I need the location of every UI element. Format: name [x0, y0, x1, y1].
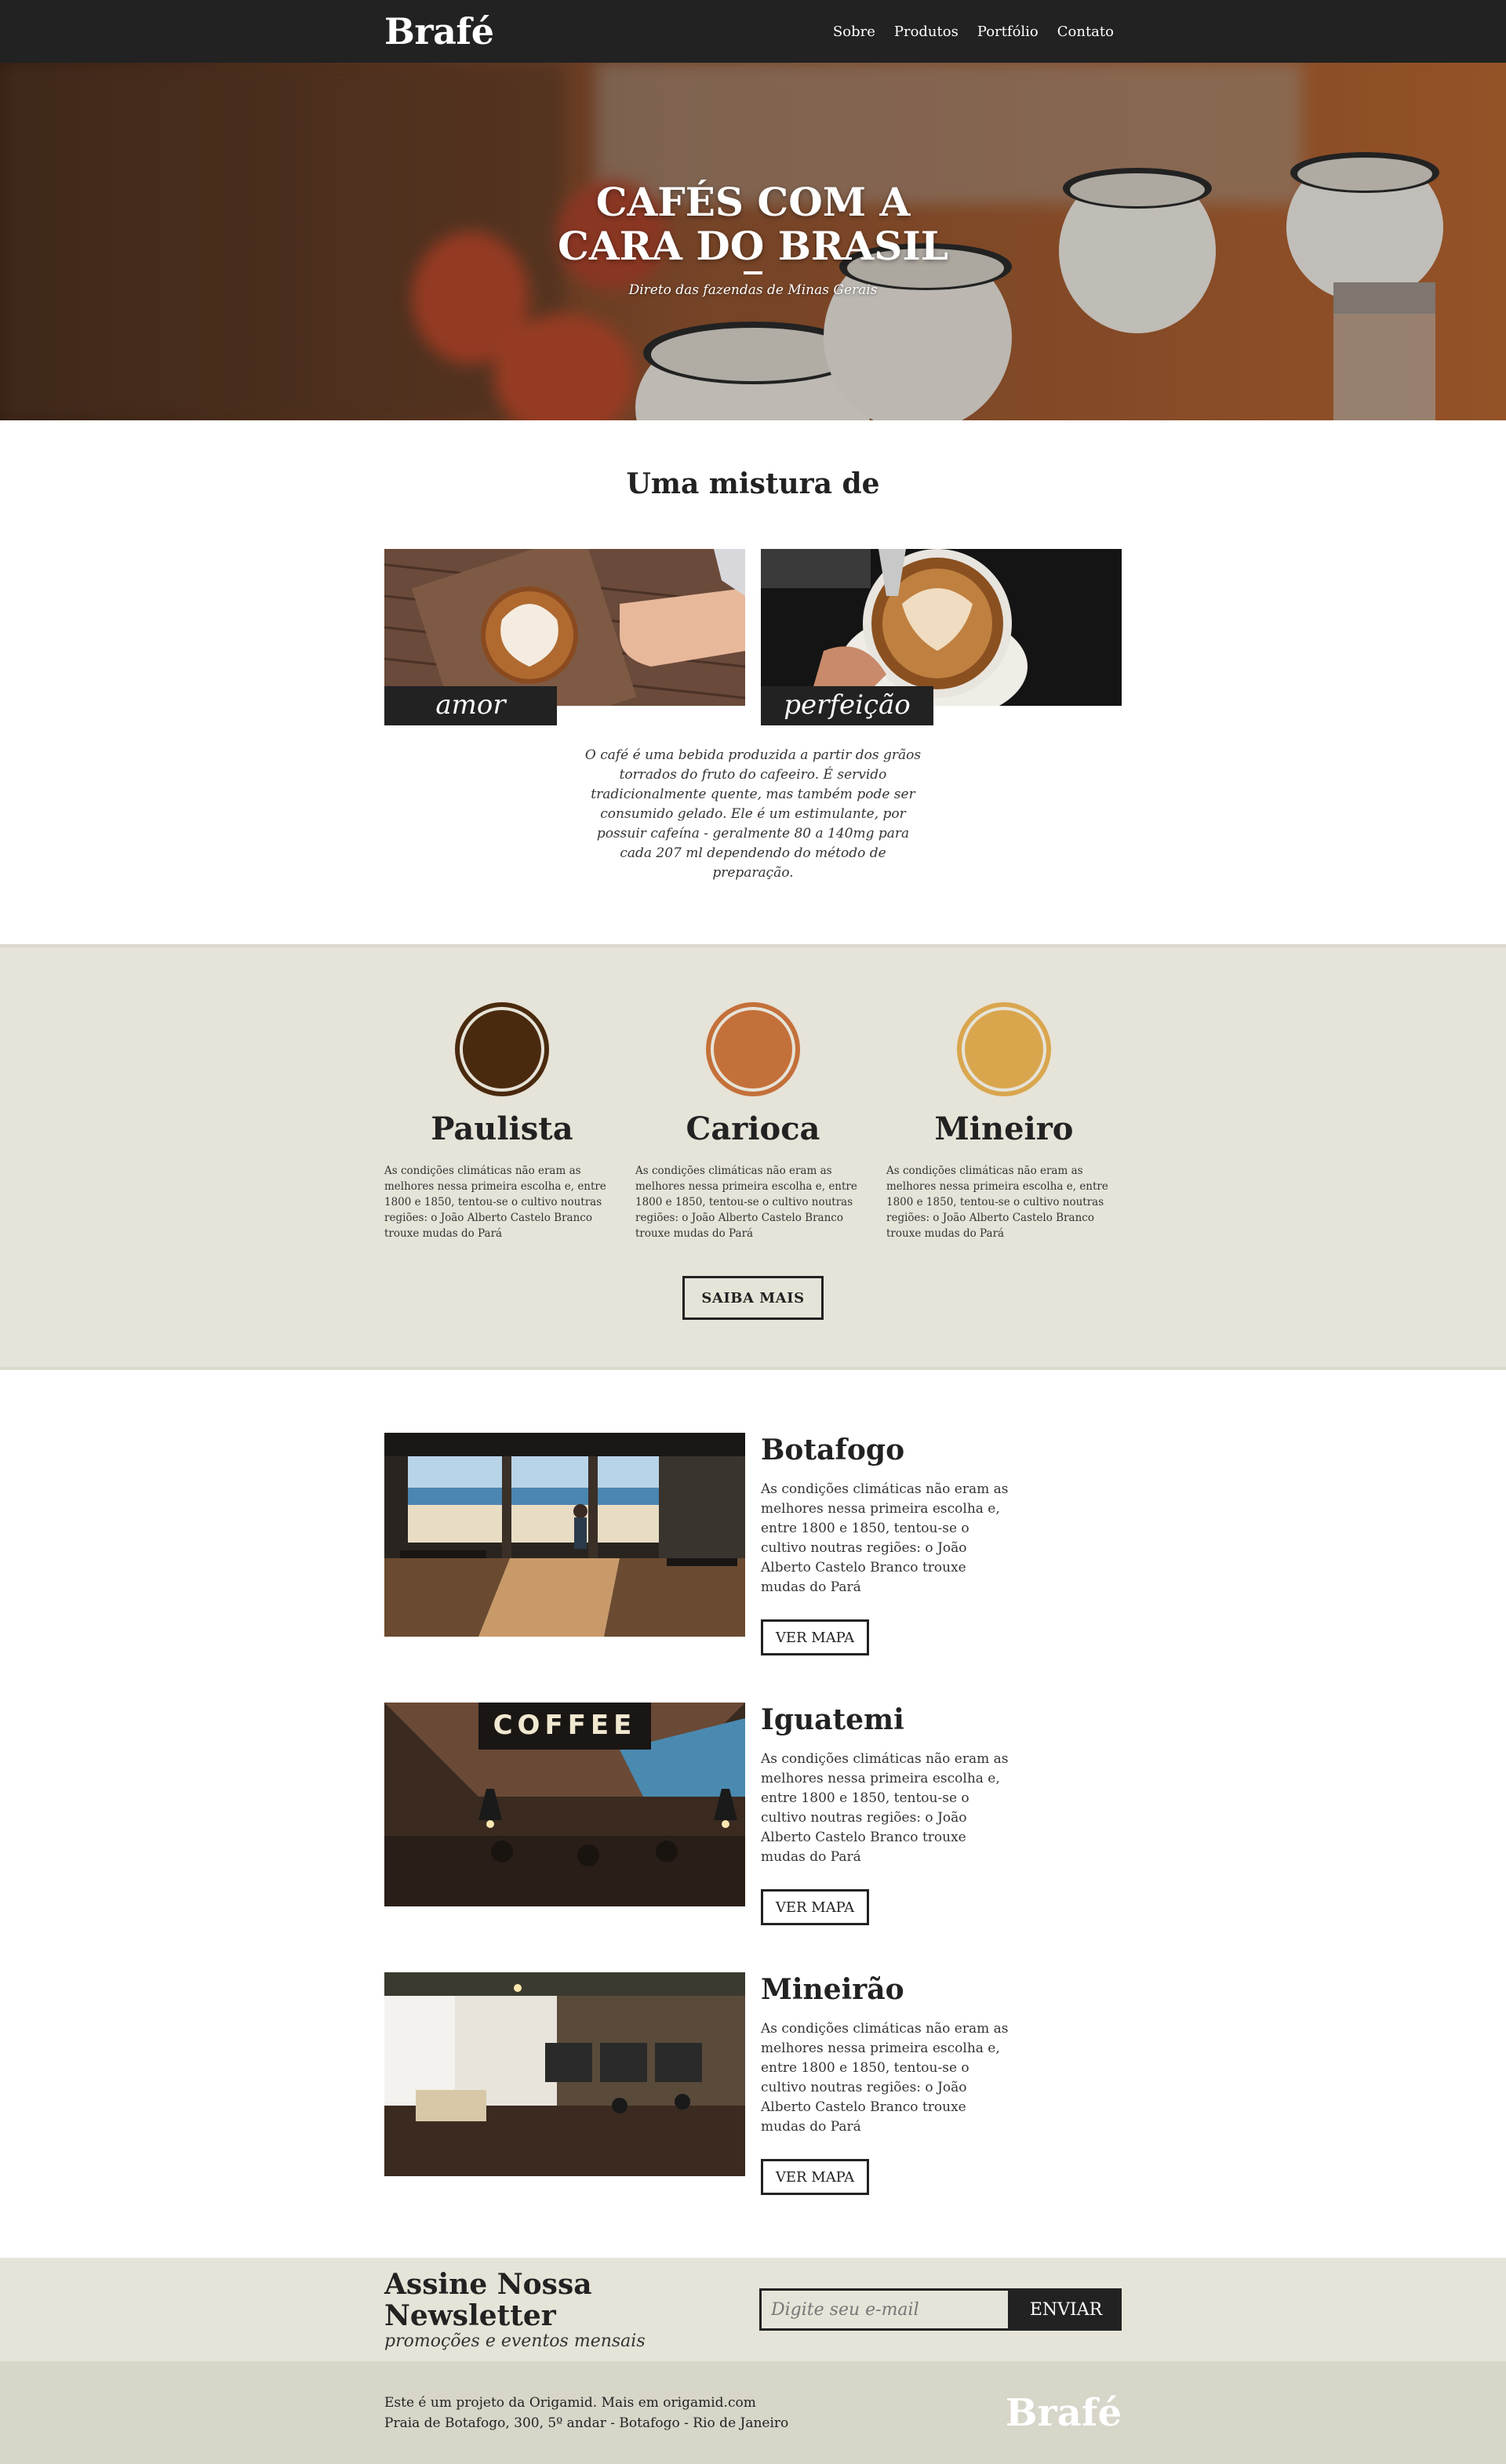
hero-content: CAFÉS COM A CARA DO BRASIL Direto das fa…	[0, 180, 1506, 299]
mix-label-perfeicao: perfeição	[761, 686, 933, 725]
mistura-description: O café é uma bebida produzida a partir d…	[584, 747, 922, 881]
hero-subtitle: Direto das fazendas de Minas Gerais	[628, 282, 878, 298]
location-text: As condições climáticas não eram as melh…	[761, 1751, 1009, 1865]
location-text: As condições climáticas não eram as melh…	[761, 2021, 1009, 2135]
coffee-type-text: As condições climáticas não eram as melh…	[384, 1165, 606, 1240]
locations-section: Botafogo As condições climáticas não era…	[0, 1370, 1506, 2258]
site-header: Brafé Sobre Produtos Portfólio Contato	[0, 0, 1506, 63]
mix-label-amor: amor	[384, 686, 557, 725]
latte-art-photo	[384, 549, 745, 706]
email-input[interactable]	[759, 2288, 1010, 2331]
mix-item-perfeicao: perfeição	[761, 549, 1122, 725]
hero-title: CAFÉS COM A CARA DO BRASIL	[0, 180, 1506, 268]
nav-link-sobre[interactable]: Sobre	[833, 24, 875, 40]
footer-address: Praia de Botafogo, 300, 5º andar - Botaf…	[384, 2415, 789, 2431]
coffee-type-name: Mineiro	[934, 1110, 1074, 1147]
mistura-section: Uma mistura de amor perfeição O café é u…	[0, 420, 1506, 944]
coffee-type-mineiro: Mineiro As condições climáticas não eram…	[886, 1002, 1122, 1241]
footer-logo[interactable]: Brafé	[1006, 2391, 1122, 2435]
newsletter-section: Assine Nossa Newsletter promoções e even…	[0, 2258, 1506, 2361]
ver-mapa-button[interactable]: VER MAPA	[761, 1889, 869, 1925]
newsletter-subtitle: promoções e eventos mensais	[384, 2331, 646, 2351]
mistura-images: amor perfeição	[384, 549, 1122, 725]
main-nav: Sobre Produtos Portfólio Contato	[833, 24, 1114, 40]
hero-banner: CAFÉS COM A CARA DO BRASIL Direto das fa…	[0, 63, 1506, 420]
coffee-type-name: Carioca	[686, 1110, 820, 1147]
coffee-type-text: As condições climáticas não eram as melh…	[635, 1165, 857, 1240]
location-name: Botafogo	[761, 1434, 905, 1466]
location-text: As condições climáticas não eram as melh…	[761, 1481, 1009, 1595]
color-swatch-carioca	[706, 1002, 800, 1096]
mix-item-amor: amor	[384, 549, 745, 725]
coffee-types-list: Paulista As condições climáticas não era…	[384, 1002, 1122, 1241]
location-photo-iguatemi: COFFEE	[384, 1703, 745, 1906]
location-info: Mineirão As condições climáticas não era…	[761, 1972, 1012, 2195]
color-swatch-paulista	[455, 1002, 549, 1096]
footer-info: Este é um projeto da Origamid. Mais em o…	[384, 2393, 788, 2433]
ver-mapa-button[interactable]: VER MAPA	[761, 2159, 869, 2195]
enviar-button[interactable]: ENVIAR	[1010, 2288, 1122, 2331]
hero-title-line2: CARA DO BRASIL	[558, 223, 948, 269]
location-iguatemi: COFFEE Iguatemi As condições climáticas …	[384, 1703, 1122, 1925]
location-photo-botafogo	[384, 1433, 745, 1637]
coffee-type-paulista: Paulista As condições climáticas não era…	[384, 1002, 620, 1241]
ver-mapa-button[interactable]: VER MAPA	[761, 1619, 869, 1655]
location-mineirao: Mineirão As condições climáticas não era…	[384, 1972, 1122, 2195]
saiba-mais-button[interactable]: SAIBA MAIS	[682, 1276, 824, 1320]
color-swatch-mineiro	[957, 1002, 1051, 1096]
logo[interactable]: Brafé	[384, 10, 494, 53]
nav-link-contato[interactable]: Contato	[1057, 24, 1114, 40]
coffee-type-text: As condições climáticas não eram as melh…	[886, 1165, 1108, 1240]
newsletter-heading: Assine Nossa Newsletter promoções e even…	[384, 2269, 759, 2351]
location-info: Botafogo As condições climáticas não era…	[761, 1433, 1012, 1655]
footer-credit: Este é um projeto da Origamid. Mais em o…	[384, 2394, 756, 2411]
nav-link-produtos[interactable]: Produtos	[894, 24, 959, 40]
location-info: Iguatemi As condições climáticas não era…	[761, 1703, 1012, 1925]
location-name: Mineirão	[761, 1973, 904, 2006]
location-botafogo: Botafogo As condições climáticas não era…	[384, 1433, 1122, 1655]
nav-link-portfolio[interactable]: Portfólio	[977, 24, 1039, 40]
newsletter-title: Assine Nossa Newsletter	[384, 2267, 592, 2332]
cappuccino-photo	[761, 549, 1122, 706]
hero-title-line1: CAFÉS COM A	[595, 179, 911, 225]
coffee-types-section: Paulista As condições climáticas não era…	[0, 944, 1506, 1370]
location-photo-mineirao	[384, 1972, 745, 2176]
hero-divider	[744, 271, 762, 274]
coffee-type-name: Paulista	[431, 1110, 573, 1147]
mistura-title: Uma mistura de	[626, 467, 880, 500]
coffee-sign-text: COFFEE	[493, 1710, 637, 1741]
site-footer: Este é um projeto da Origamid. Mais em o…	[0, 2361, 1506, 2464]
coffee-type-carioca: Carioca As condições climáticas não eram…	[635, 1002, 871, 1241]
location-name: Iguatemi	[761, 1703, 904, 1736]
newsletter-form: ENVIAR	[759, 2288, 1122, 2331]
